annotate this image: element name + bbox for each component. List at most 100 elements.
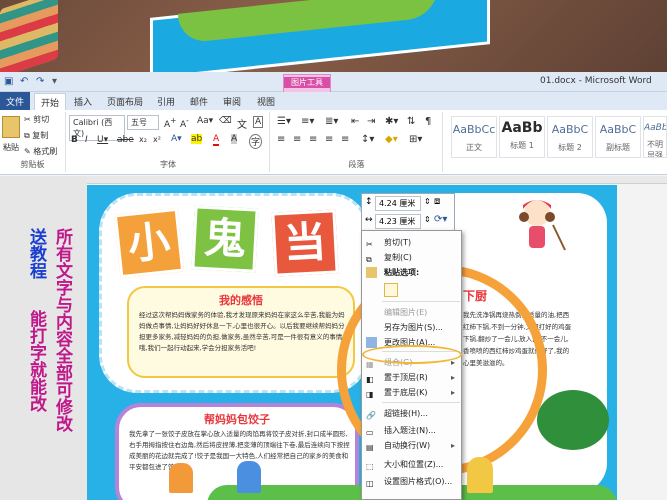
paragraph-label: 段落 bbox=[348, 160, 365, 169]
tab-file[interactable]: 文件 bbox=[0, 92, 30, 110]
left-margin-area: 送教程 能打字就能改 所有文字与内容全部可修改 bbox=[0, 176, 87, 500]
shading-icon[interactable]: ◆▾ bbox=[385, 134, 398, 145]
paragraph-group: ☰▾ ≡▾ ≣▾ ⇤ ⇥ ✱▾ ⇅ ¶ ≡ ≡ ≡ ≡ ≡ ↕▾ ◆▾ ⊞▾ 段… bbox=[271, 112, 443, 172]
send-back-icon: ◨ bbox=[366, 390, 374, 399]
tab-review[interactable]: 审阅 bbox=[223, 95, 241, 108]
menu-item-size-position[interactable]: ⬚ 大小和位置(Z)... bbox=[362, 457, 461, 472]
char-shading-icon[interactable]: A bbox=[231, 134, 238, 144]
enclose-char-icon[interactable]: 字 bbox=[249, 134, 263, 149]
style-subtitle[interactable]: AaBbC 副标题 bbox=[595, 116, 641, 158]
shape-width-input[interactable]: 4.23 厘米 bbox=[375, 214, 421, 229]
title-block-2: 鬼 bbox=[191, 205, 259, 273]
increase-indent-icon[interactable]: ⇥ bbox=[367, 116, 375, 127]
multilevel-icon[interactable]: ≣▾ bbox=[325, 116, 338, 127]
decrease-indent-icon[interactable]: ⇤ bbox=[351, 116, 359, 127]
menu-item-copy[interactable]: ⧉ 复制(C) bbox=[362, 250, 461, 265]
undo-icon[interactable]: ↶ bbox=[20, 76, 28, 87]
chinese-layout-icon[interactable]: ✱▾ bbox=[385, 116, 398, 127]
show-marks-icon[interactable]: ¶ bbox=[425, 116, 431, 127]
clear-format-icon[interactable]: ⌫ bbox=[219, 116, 232, 126]
copy-icon: ⧉ bbox=[366, 255, 372, 264]
wrap-icon: ▤ bbox=[366, 443, 374, 452]
borders-icon[interactable]: ⊞▾ bbox=[409, 134, 422, 145]
tab-mailings[interactable]: 邮件 bbox=[190, 95, 208, 108]
grow-font-button[interactable]: A+ bbox=[164, 116, 176, 130]
kid-illustration-left bbox=[169, 463, 193, 493]
cut-button[interactable]: ✂ 剪切 bbox=[24, 114, 49, 125]
sort-icon[interactable]: ⇅ bbox=[407, 116, 415, 127]
underline-button[interactable]: U▾ bbox=[97, 135, 108, 145]
menu-item-text-wrap[interactable]: ▤ 自动换行(W) ▸ bbox=[362, 438, 461, 453]
crop-icon[interactable]: ⧈ bbox=[434, 196, 440, 207]
shape-height-input[interactable]: 4.24 厘米 bbox=[375, 196, 421, 211]
promo-text-editable: 所有文字与内容全部可修改 bbox=[52, 228, 72, 432]
paste-icon bbox=[366, 267, 377, 278]
tab-view[interactable]: 视图 bbox=[257, 95, 275, 108]
align-right-icon[interactable]: ≡ bbox=[309, 134, 317, 145]
style-normal[interactable]: AaBbCc 正文 bbox=[451, 116, 497, 158]
line-spacing-icon[interactable]: ↕▾ bbox=[361, 134, 374, 145]
change-picture-icon bbox=[366, 337, 377, 348]
font-size-select[interactable]: 五号 bbox=[127, 115, 159, 130]
bring-front-icon: ◧ bbox=[366, 375, 374, 384]
tab-home[interactable]: 开始 bbox=[34, 93, 67, 110]
char-border-icon[interactable]: A bbox=[253, 116, 264, 128]
tab-page-layout[interactable]: 页面布局 bbox=[107, 95, 143, 108]
menu-item-bring-to-front[interactable]: ◧ 置于顶层(R) ▸ bbox=[362, 370, 461, 385]
section-feelings-heading: 我的感悟 bbox=[219, 294, 263, 307]
bold-button[interactable]: B bbox=[71, 135, 78, 145]
highlight-icon[interactable]: ab bbox=[191, 134, 203, 144]
menu-item-send-to-back[interactable]: ◨ 置于底层(K) ▸ bbox=[362, 385, 461, 400]
picture-size-toolbar: ↕ 4.24 厘米 ⇕ ⧈ ↔ 4.23 厘米 ⇕ ⟳▾ bbox=[361, 193, 455, 231]
align-center-icon[interactable]: ≡ bbox=[293, 134, 301, 145]
style-subtle-emphasis[interactable]: AaBbC不明显强调 bbox=[643, 116, 667, 158]
format-picture-icon: ◫ bbox=[366, 479, 374, 488]
subscript-button[interactable]: x₂ bbox=[139, 135, 147, 144]
style-heading1[interactable]: AaBb 标题 1 bbox=[499, 116, 545, 158]
menu-item-hyperlink[interactable]: 🔗 超链接(H)... bbox=[362, 406, 461, 421]
italic-button[interactable]: I bbox=[85, 135, 88, 145]
strikethrough-button[interactable]: abe bbox=[117, 135, 134, 145]
cleaning-girl-illustration bbox=[507, 195, 567, 255]
kid-illustration-right bbox=[237, 461, 261, 493]
numbering-icon[interactable]: ≡▾ bbox=[301, 116, 314, 127]
paste-button[interactable]: 粘贴 bbox=[3, 142, 19, 153]
copy-button[interactable]: ⧉ 复制 bbox=[24, 130, 48, 141]
document-page[interactable]: 小 鬼 当 我的感悟 经过这次帮妈妈做家务的体验,我才发现原来妈妈在家这么辛苦,… bbox=[87, 185, 617, 500]
style-heading2[interactable]: AaBbC 标题 2 bbox=[547, 116, 593, 158]
superscript-button[interactable]: x² bbox=[153, 135, 161, 144]
width-spinner-icon[interactable]: ⇕ bbox=[424, 215, 431, 224]
text-effects-icon[interactable]: A▾ bbox=[171, 134, 182, 144]
redo-icon[interactable]: ↷ bbox=[36, 76, 44, 87]
paste-icon[interactable] bbox=[2, 116, 20, 138]
submenu-arrow-icon: ▸ bbox=[450, 388, 455, 397]
submenu-arrow-icon: ▸ bbox=[450, 441, 455, 450]
shrink-font-button[interactable]: A- bbox=[180, 116, 189, 130]
tab-references[interactable]: 引用 bbox=[157, 95, 175, 108]
height-spinner-icon[interactable]: ⇕ bbox=[424, 197, 431, 206]
save-icon[interactable]: ▣ bbox=[4, 76, 13, 87]
rotate-icon[interactable]: ⟳▾ bbox=[434, 214, 447, 225]
justify-icon[interactable]: ≡ bbox=[325, 134, 333, 145]
title-bar: ▣ ↶ ↷ ▾ 01.docx - Microsoft Word bbox=[0, 72, 667, 92]
change-case-button[interactable]: Aa▾ bbox=[197, 116, 213, 126]
phonetic-icon[interactable]: 文 bbox=[237, 116, 247, 131]
qat-dropdown-icon[interactable]: ▾ bbox=[52, 76, 57, 87]
paste-keep-format-icon[interactable] bbox=[384, 283, 398, 297]
menu-item-edit-picture: 编辑图片(E) bbox=[384, 308, 428, 317]
tree-illustration bbox=[537, 390, 609, 450]
font-color-icon[interactable]: A bbox=[213, 134, 220, 146]
align-left-icon[interactable]: ≡ bbox=[277, 134, 285, 145]
brush-icon: ✎ bbox=[24, 147, 31, 156]
copy-icon: ⧉ bbox=[24, 131, 30, 140]
height-icon: ↕ bbox=[365, 197, 373, 207]
menu-item-save-as-picture[interactable]: 另存为图片(S)... bbox=[362, 320, 461, 335]
menu-item-cut[interactable]: ✂ 剪切(T) bbox=[362, 235, 461, 250]
tab-insert[interactable]: 插入 bbox=[74, 95, 92, 108]
menu-item-format-picture[interactable]: ◫ 设置图片格式(O)... bbox=[362, 474, 461, 489]
ruler[interactable] bbox=[87, 176, 667, 184]
bullets-icon[interactable]: ☰▾ bbox=[277, 116, 291, 127]
menu-item-insert-caption[interactable]: ▭ 插入题注(N)... bbox=[362, 423, 461, 438]
format-painter-button[interactable]: ✎ 格式刷 bbox=[24, 146, 57, 157]
distributed-icon[interactable]: ≡ bbox=[341, 134, 349, 145]
